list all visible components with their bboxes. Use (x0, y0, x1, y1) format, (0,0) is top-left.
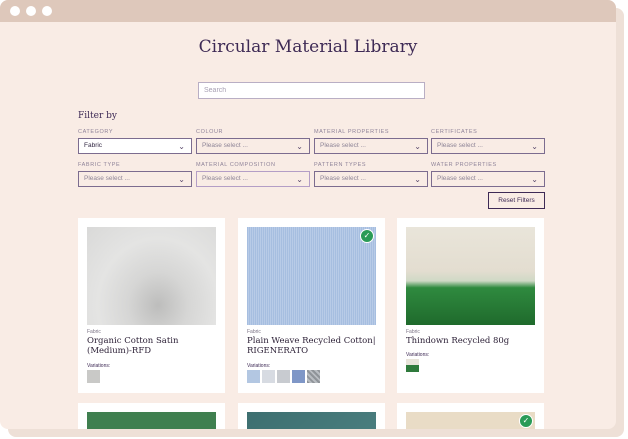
material-card[interactable]: ✓ Fabric Plain Weave Recycled Cotton| RI… (238, 218, 385, 393)
material-image[interactable] (247, 412, 376, 429)
filter-select-material-properties[interactable]: Please select ... ⌄ (314, 138, 428, 154)
material-image[interactable] (87, 412, 216, 429)
material-card[interactable] (78, 403, 225, 429)
material-image[interactable] (406, 412, 535, 429)
filter-select-fabric-type[interactable]: Please select ... ⌄ (78, 171, 192, 187)
window-dot-icon (26, 6, 36, 16)
filter-select-material-composition[interactable]: Please select ... ⌄ (196, 171, 310, 187)
filter-label-water-properties: WATER PROPERTIES (431, 162, 497, 168)
window-titlebar (0, 0, 616, 22)
page-title: Circular Material Library (198, 37, 418, 57)
filter-select-colour[interactable]: Please select ... ⌄ (196, 138, 310, 154)
material-category: Fabric (87, 329, 101, 335)
filter-value: Please select ... (202, 175, 248, 182)
material-card[interactable]: Fabric Organic Cotton Satin (Medium)-RFD… (78, 218, 225, 393)
reset-filters-button[interactable]: Reset Filters (488, 192, 545, 209)
material-image[interactable] (247, 227, 376, 325)
chevron-down-icon: ⌄ (414, 142, 421, 151)
material-card[interactable] (238, 403, 385, 429)
material-image[interactable] (406, 227, 535, 325)
chevron-down-icon: ⌄ (296, 175, 303, 184)
chevron-down-icon: ⌄ (178, 175, 185, 184)
filter-label-material-properties: MATERIAL PROPERTIES (314, 129, 390, 135)
search-input[interactable] (198, 82, 425, 99)
window-dot-icon (42, 6, 52, 16)
material-name[interactable]: Organic Cotton Satin (Medium)-RFD (87, 336, 219, 356)
filter-select-certificates[interactable]: Please select ... ⌄ (431, 138, 545, 154)
variations-label: Variations: (247, 363, 271, 369)
filter-label-certificates: CERTIFICATES (431, 129, 478, 135)
variation-swatch[interactable] (262, 370, 275, 383)
material-card[interactable]: Fabric Thindown Recycled 80g Variations: (397, 218, 544, 393)
variations-label: Variations: (87, 363, 111, 369)
filter-label-material-composition: MATERIAL COMPOSITION (196, 162, 276, 168)
filter-label-pattern-types: PATTERN TYPES (314, 162, 367, 168)
filter-select-pattern-types[interactable]: Please select ... ⌄ (314, 171, 428, 187)
filter-heading: Filter by (78, 111, 117, 121)
material-card[interactable]: ✓ (397, 403, 544, 429)
filter-value: Please select ... (320, 175, 366, 182)
filter-value: Please select ... (320, 142, 366, 149)
chevron-down-icon: ⌄ (296, 142, 303, 151)
filter-value: Please select ... (437, 142, 483, 149)
variation-swatch[interactable] (277, 370, 290, 383)
material-name[interactable]: Plain Weave Recycled Cotton| RIGENERATO (247, 336, 379, 356)
filter-label-colour: COLOUR (196, 129, 224, 135)
filter-select-water-properties[interactable]: Please select ... ⌄ (431, 171, 545, 187)
browser-window: Circular Material Library Filter by CATE… (0, 0, 616, 429)
chevron-down-icon: ⌄ (531, 142, 538, 151)
window-dot-icon (10, 6, 20, 16)
filter-value: Fabric (84, 142, 103, 149)
variation-swatch[interactable] (406, 359, 419, 372)
material-category: Fabric (247, 329, 261, 335)
variation-swatch[interactable] (292, 370, 305, 383)
filter-label-fabric-type: FABRIC TYPE (78, 162, 121, 168)
filter-select-category[interactable]: Fabric ⌄ (78, 138, 192, 154)
chevron-down-icon: ⌄ (531, 175, 538, 184)
chevron-down-icon: ⌄ (178, 142, 185, 151)
material-name[interactable]: Thindown Recycled 80g (406, 336, 538, 346)
variation-swatch[interactable] (307, 370, 320, 383)
variations-label: Variations: (406, 352, 430, 358)
filter-value: Please select ... (202, 142, 248, 149)
certified-check-icon: ✓ (519, 414, 533, 428)
material-image[interactable] (87, 227, 216, 325)
variation-swatch[interactable] (87, 370, 100, 383)
certified-check-icon: ✓ (360, 229, 374, 243)
filter-value: Please select ... (437, 175, 483, 182)
filter-label-category: CATEGORY (78, 129, 114, 135)
filter-value: Please select ... (84, 175, 130, 182)
material-category: Fabric (406, 329, 420, 335)
chevron-down-icon: ⌄ (414, 175, 421, 184)
variation-swatch[interactable] (247, 370, 260, 383)
